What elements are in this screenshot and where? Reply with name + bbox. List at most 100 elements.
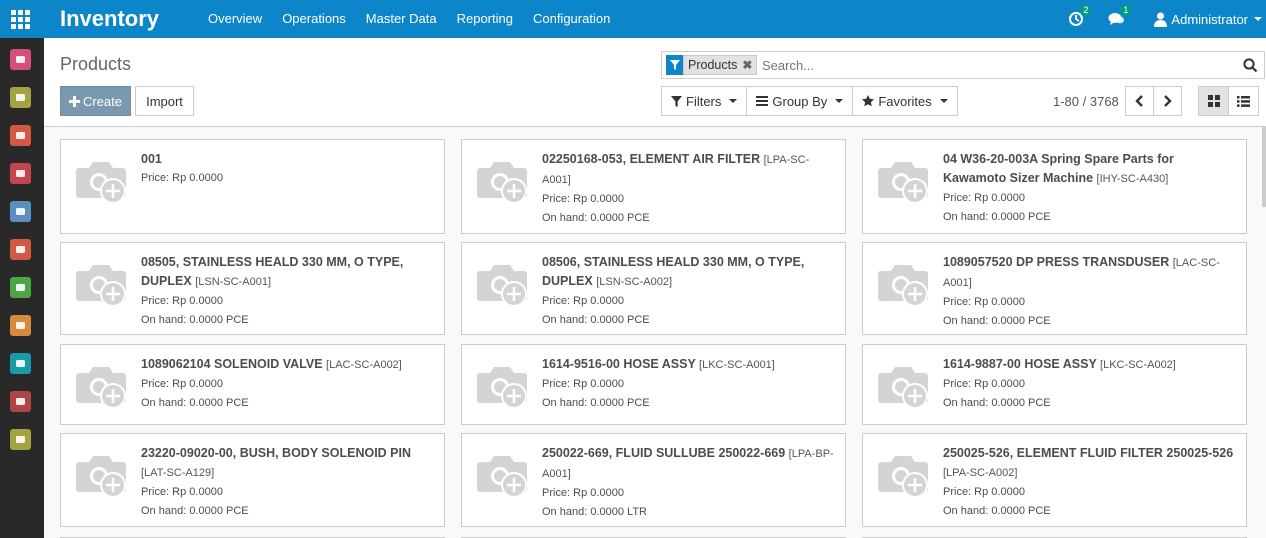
product-reference: [LAC-SC-A001]	[943, 257, 1220, 289]
product-image-placeholder-icon	[476, 450, 530, 500]
create-label: Create	[82, 93, 123, 109]
product-image-placeholder-icon	[877, 156, 931, 206]
list-icon	[1237, 95, 1250, 107]
product-onhand: On hand: 0.0000 PCE	[141, 505, 249, 517]
kanban-view: 001 Price: Rp 0.0000 02250168-053, ELEMEN…	[44, 127, 1266, 538]
groupby-button[interactable]: Group By	[746, 86, 854, 116]
product-image-placeholder-icon	[75, 361, 129, 411]
apps-menu-icon[interactable]	[11, 10, 30, 29]
product-price: Price: Rp 0.0000	[542, 295, 624, 307]
search-bar: Products ✖	[661, 51, 1265, 79]
wrench-icon[interactable]	[10, 277, 31, 298]
filters-button[interactable]: Filters	[661, 86, 748, 116]
box-icon[interactable]	[10, 163, 31, 184]
app-title: Inventory	[60, 6, 160, 31]
product-reference: [LPA-SC-A001]	[542, 154, 810, 186]
pager-next-button[interactable]	[1153, 86, 1182, 116]
product-reference: [LSN-SC-A002]	[596, 276, 672, 288]
page-title: Products	[60, 54, 132, 74]
menu-reporting[interactable]: Reporting	[447, 0, 523, 38]
chart-icon[interactable]	[10, 125, 31, 146]
chevron-down-icon	[939, 99, 948, 103]
favorites-label: Favorites	[878, 93, 932, 109]
facet-remove-icon[interactable]: ✖	[742, 58, 752, 72]
product-card[interactable]: 001 Price: Rp 0.0000	[60, 139, 445, 234]
import-button[interactable]: Import	[135, 86, 194, 116]
kanban-view-button[interactable]	[1198, 86, 1229, 116]
product-onhand: On hand: 0.0000 PCE	[141, 314, 249, 326]
product-price: Price: Rp 0.0000	[943, 378, 1025, 390]
product-image-placeholder-icon	[476, 259, 530, 309]
product-reference: [LAC-SC-A002]	[326, 359, 402, 371]
scrollbar[interactable]	[1262, 127, 1266, 207]
calendar-icon[interactable]	[10, 87, 31, 108]
search-icon[interactable]	[1243, 58, 1258, 73]
list-view-button[interactable]	[1228, 86, 1259, 116]
product-name: 1089062104 SOLENOID VALVE [LAC-SC-A002]	[141, 357, 402, 371]
product-image-placeholder-icon	[476, 156, 530, 206]
product-price: Price: Rp 0.0000	[141, 486, 223, 498]
th-large-icon	[1207, 95, 1220, 107]
product-reference: [LKC-SC-A002]	[1100, 359, 1176, 371]
cubes-icon[interactable]	[10, 391, 31, 412]
product-card[interactable]: 1089062104 SOLENOID VALVE [LAC-SC-A002] P…	[60, 344, 445, 425]
product-price: Price: Rp 0.0000	[943, 486, 1025, 498]
product-card[interactable]: 08505, STAINLESS HEALD 330 MM, O TYPE, D…	[60, 242, 445, 335]
menu-operations[interactable]: Operations	[272, 0, 356, 38]
product-onhand: On hand: 0.0000 PCE	[542, 314, 650, 326]
favorites-button[interactable]: Favorites	[852, 86, 958, 116]
product-name: 250022-669, FLUID SULLUBE 250022-669 [LP…	[542, 446, 834, 480]
activity-button[interactable]: 2	[1068, 5, 1092, 27]
product-card[interactable]: 250022-669, FLUID SULLUBE 250022-669 [LP…	[461, 433, 846, 527]
chevron-left-icon	[1135, 95, 1143, 107]
product-name: 001	[141, 152, 162, 166]
filter-funnel-icon	[666, 55, 683, 75]
product-onhand: On hand: 0.0000 PCE	[943, 397, 1051, 409]
product-price: Price: Rp 0.0000	[542, 193, 624, 205]
product-price: Price: Rp 0.0000	[141, 172, 223, 184]
product-card[interactable]: 04 W36-20-003A Spring Spare Parts for Ka…	[862, 139, 1247, 234]
product-card[interactable]: 1089057520 DP PRESS TRANSDUSER [LAC-SC-A…	[862, 242, 1247, 335]
product-image-placeholder-icon	[877, 450, 931, 500]
messaging-button[interactable]: 1	[1108, 5, 1132, 27]
product-card[interactable]: 250025-526, ELEMENT FLUID FILTER 250025-…	[862, 433, 1247, 527]
product-card[interactable]: 1614-9887-00 HOSE ASSY [LKC-SC-A002] Pric…	[862, 344, 1247, 425]
pager-previous-button[interactable]	[1125, 86, 1154, 116]
top-navbar: Inventory Overview Operations Master Dat…	[0, 0, 1266, 38]
product-name: 23220-09020-00, BUSH, BODY SOLENOID PIN …	[141, 446, 412, 479]
menu-master-data[interactable]: Master Data	[356, 0, 447, 38]
product-image-placeholder-icon	[75, 156, 129, 206]
product-image-placeholder-icon	[75, 259, 129, 309]
product-reference: [LPA-SC-A002]	[943, 467, 1018, 479]
product-onhand: On hand: 0.0000 PCE	[542, 397, 650, 409]
menu-configuration[interactable]: Configuration	[523, 0, 620, 38]
search-input[interactable]	[762, 56, 1222, 74]
menu-overview[interactable]: Overview	[198, 0, 272, 38]
search-facet: Products ✖	[666, 55, 758, 75]
pager-value[interactable]: 1-80 / 3768	[1053, 94, 1119, 109]
product-card[interactable]: 23220-09020-00, BUSH, BODY SOLENOID PIN …	[60, 433, 445, 527]
create-button[interactable]: Create	[60, 86, 131, 116]
product-name: 1614-9887-00 HOSE ASSY [LKC-SC-A002]	[943, 357, 1176, 371]
product-name: 08506, STAINLESS HEALD 330 MM, O TYPE, D…	[542, 255, 805, 288]
groupby-label: Group By	[772, 93, 828, 109]
chat-icon[interactable]	[10, 49, 31, 70]
chevron-down-icon	[729, 99, 738, 103]
product-price: Price: Rp 0.0000	[943, 296, 1025, 308]
people-icon[interactable]	[10, 353, 31, 374]
user-menu[interactable]: Administrator	[1154, 12, 1262, 27]
product-card[interactable]: 02250168-053, ELEMENT AIR FILTER [LPA-SC…	[461, 139, 846, 234]
product-price: Price: Rp 0.0000	[542, 487, 624, 499]
product-card[interactable]: 08506, STAINLESS HEALD 330 MM, O TYPE, D…	[461, 242, 846, 335]
chevron-down-icon	[1254, 17, 1262, 21]
invoice-icon[interactable]	[10, 315, 31, 336]
product-onhand: On hand: 0.0000 PCE	[943, 211, 1051, 223]
product-card[interactable]: 1614-9516-00 HOSE ASSY [LKC-SC-A001] Pric…	[461, 344, 846, 425]
product-onhand: On hand: 0.0000 LTR	[542, 506, 647, 518]
filters-label: Filters	[686, 93, 722, 109]
gear-icon[interactable]	[10, 429, 31, 450]
product-name: 1089057520 DP PRESS TRANSDUSER [LAC-SC-A…	[943, 255, 1220, 289]
card-icon[interactable]	[10, 201, 31, 222]
box-icon[interactable]	[10, 239, 31, 260]
user-icon	[1154, 12, 1168, 27]
